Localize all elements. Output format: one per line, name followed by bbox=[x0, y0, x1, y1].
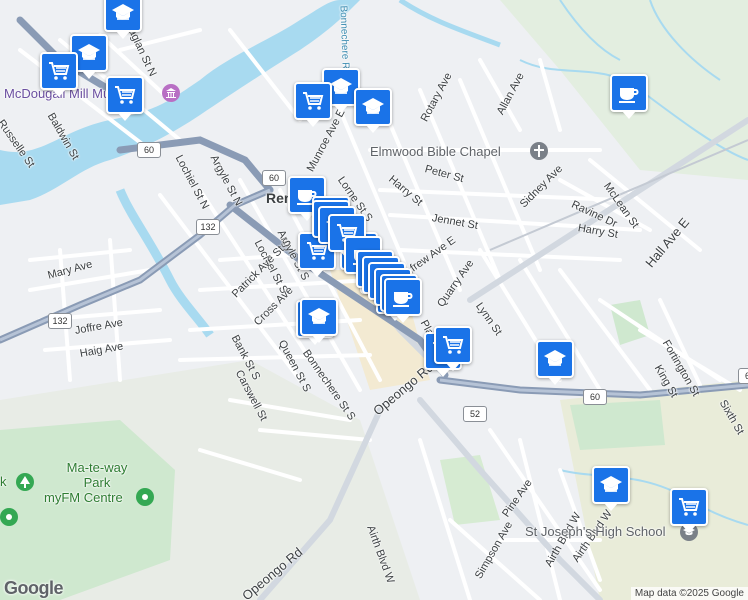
grocery-marker[interactable] bbox=[106, 76, 144, 121]
route-shield: 52 bbox=[463, 406, 487, 422]
centre-label[interactable]: myFM Centre bbox=[44, 490, 123, 505]
centre-icon[interactable] bbox=[136, 488, 154, 506]
map-canvas[interactable]: Raglan St N Baldwin St Russelle St Lochi… bbox=[0, 0, 748, 600]
route-shield: 60 bbox=[262, 170, 286, 186]
grocery-marker[interactable] bbox=[434, 326, 472, 371]
school-marker[interactable] bbox=[536, 340, 574, 385]
school-marker[interactable] bbox=[300, 298, 338, 343]
map-attribution[interactable]: Map data ©2025 Google bbox=[630, 587, 748, 600]
park-icon[interactable] bbox=[16, 473, 34, 491]
school-marker[interactable] bbox=[354, 88, 392, 133]
route-shield: 132 bbox=[48, 313, 72, 329]
sports-icon[interactable] bbox=[0, 508, 18, 526]
park-label[interactable]: Ma-te-way Park bbox=[62, 460, 132, 490]
google-logo: Google bbox=[4, 578, 64, 598]
grocery-marker[interactable] bbox=[294, 82, 332, 127]
museum-icon[interactable] bbox=[162, 84, 180, 102]
school-label[interactable]: St Joseph's High School bbox=[525, 524, 666, 539]
school-marker[interactable] bbox=[592, 466, 630, 511]
cafe-marker[interactable] bbox=[384, 278, 422, 323]
route-shield: 132 bbox=[196, 219, 220, 235]
route-shield: 60 bbox=[738, 368, 748, 384]
grocery-marker[interactable] bbox=[40, 52, 78, 97]
route-shield: 60 bbox=[137, 142, 161, 158]
grocery-marker[interactable] bbox=[670, 488, 708, 533]
school-marker[interactable] bbox=[104, 0, 142, 39]
park-edge-label: k bbox=[0, 474, 7, 489]
chapel-icon[interactable] bbox=[530, 142, 548, 160]
chapel-label[interactable]: Elmwood Bible Chapel bbox=[370, 144, 501, 159]
route-shield: 60 bbox=[583, 389, 607, 405]
cafe-marker[interactable] bbox=[610, 74, 648, 119]
